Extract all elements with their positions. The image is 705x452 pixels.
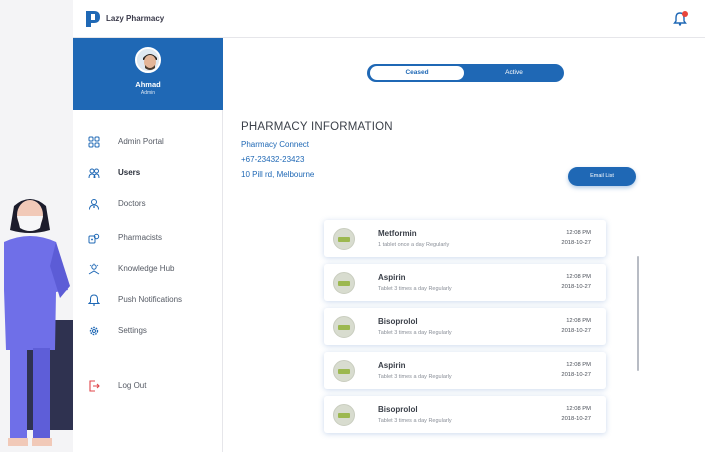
medication-dose: Tablet 3 times a day Regularly bbox=[378, 286, 452, 292]
medication-date: 2018-10-27 bbox=[561, 328, 591, 334]
sidebar-item-label: Settings bbox=[118, 326, 147, 335]
sidebar-item-label: Admin Portal bbox=[118, 137, 164, 146]
list-item[interactable]: Aspirin Tablet 3 times a day Regularly 1… bbox=[324, 264, 606, 301]
medication-dose: Tablet 3 times a day Regularly bbox=[378, 330, 452, 336]
pharmacy-info-title: PHARMACY INFORMATION bbox=[241, 121, 393, 133]
sidebar-item-knowledge-hub[interactable]: Knowledge Hub bbox=[73, 259, 223, 281]
medication-date: 2018-10-27 bbox=[561, 416, 591, 422]
pharmacy-address: 10 Pill rd, Melbourne bbox=[241, 170, 315, 179]
list-item[interactable]: Aspirin Tablet 3 times a day Regularly 1… bbox=[324, 352, 606, 389]
medication-dose: Tablet 3 times a day Regularly bbox=[378, 374, 452, 380]
pharmacist-icon bbox=[88, 233, 100, 244]
users-icon bbox=[88, 168, 100, 179]
knowledge-icon bbox=[88, 263, 100, 275]
pill-icon bbox=[333, 272, 355, 294]
sidebar: Ahmad Admin Admin Portal Users Doctors P… bbox=[73, 38, 223, 452]
email-list-button[interactable]: Email List bbox=[568, 167, 636, 186]
profile-name: Ahmad bbox=[135, 80, 161, 89]
top-bar: Lazy Pharmacy bbox=[73, 0, 705, 38]
sidebar-item-settings[interactable]: Settings bbox=[73, 321, 223, 343]
sidebar-item-label: Push Notifications bbox=[118, 295, 183, 304]
doctor-icon bbox=[89, 199, 99, 210]
grid-icon bbox=[88, 136, 100, 148]
sidebar-item-label: Knowledge Hub bbox=[118, 264, 175, 273]
avatar-photo bbox=[137, 49, 159, 71]
medication-date: 2018-10-27 bbox=[561, 240, 591, 246]
status-toggle[interactable]: Ceased Active bbox=[367, 64, 564, 82]
logout-icon bbox=[89, 380, 100, 392]
avatar[interactable] bbox=[135, 47, 161, 73]
medication-name: Bisoprolol bbox=[378, 405, 418, 414]
medication-name: Metformin bbox=[378, 229, 417, 238]
list-item[interactable]: Bisoprolol Tablet 3 times a day Regularl… bbox=[324, 308, 606, 345]
pharmacy-phone: +67-23432-23423 bbox=[241, 155, 305, 164]
medication-time: 12:08 PM bbox=[566, 406, 591, 412]
sidebar-item-users[interactable]: Users bbox=[73, 163, 223, 185]
sidebar-item-label: Pharmacists bbox=[118, 233, 163, 242]
medication-name: Bisoprolol bbox=[378, 317, 418, 326]
sidebar-item-log-out[interactable]: Log Out bbox=[73, 376, 223, 398]
nurse-illustration bbox=[4, 199, 74, 446]
app-window: Lazy Pharmacy Ahmad Admin Admin Portal U… bbox=[73, 0, 705, 452]
sidebar-item-label: Users bbox=[118, 168, 141, 177]
pill-icon bbox=[333, 316, 355, 338]
app-name: Lazy Pharmacy bbox=[106, 14, 165, 23]
main-content: Ceased Active PHARMACY INFORMATION Pharm… bbox=[223, 38, 705, 452]
sidebar-item-label: Log Out bbox=[118, 381, 147, 390]
profile-panel: Ahmad Admin bbox=[73, 38, 223, 110]
pharmacy-name: Pharmacy Connect bbox=[241, 140, 310, 149]
sidebar-item-admin-portal[interactable]: Admin Portal bbox=[73, 132, 223, 154]
notification-badge bbox=[682, 11, 688, 17]
profile-role: Admin bbox=[140, 90, 156, 96]
lazy-pharmacy-logo-icon[interactable] bbox=[85, 10, 101, 28]
list-item[interactable]: Metformin 1 tablet once a day Regularly … bbox=[324, 220, 606, 257]
sidebar-item-doctors[interactable]: Doctors bbox=[73, 194, 223, 216]
list-scrollbar[interactable] bbox=[637, 256, 639, 371]
pill-icon bbox=[333, 360, 355, 382]
medication-date: 2018-10-27 bbox=[561, 284, 591, 290]
medication-time: 12:08 PM bbox=[566, 274, 591, 280]
medication-time: 12:08 PM bbox=[566, 362, 591, 368]
medication-time: 12:08 PM bbox=[566, 230, 591, 236]
medication-date: 2018-10-27 bbox=[561, 372, 591, 378]
list-item[interactable]: Bisoprolol Tablet 3 times a day Regularl… bbox=[324, 396, 606, 433]
toggle-ceased[interactable]: Ceased bbox=[370, 66, 464, 80]
gear-icon bbox=[89, 326, 99, 336]
notification-icon bbox=[88, 294, 100, 306]
medication-dose: 1 tablet once a day Regularly bbox=[378, 242, 450, 248]
medication-name: Aspirin bbox=[378, 273, 406, 282]
sidebar-item-label: Doctors bbox=[118, 199, 146, 208]
stage: Lazy Pharmacy Ahmad Admin Admin Portal U… bbox=[0, 0, 705, 452]
medication-dose: Tablet 3 times a day Regularly bbox=[378, 418, 452, 424]
medication-name: Aspirin bbox=[378, 361, 406, 370]
medication-time: 12:08 PM bbox=[566, 318, 591, 324]
toggle-active[interactable]: Active bbox=[467, 66, 561, 80]
sidebar-item-pharmacists[interactable]: Pharmacists bbox=[73, 228, 223, 250]
pill-icon bbox=[333, 228, 355, 250]
pill-icon bbox=[333, 404, 355, 426]
sidebar-item-push-notifications[interactable]: Push Notifications bbox=[73, 290, 223, 312]
